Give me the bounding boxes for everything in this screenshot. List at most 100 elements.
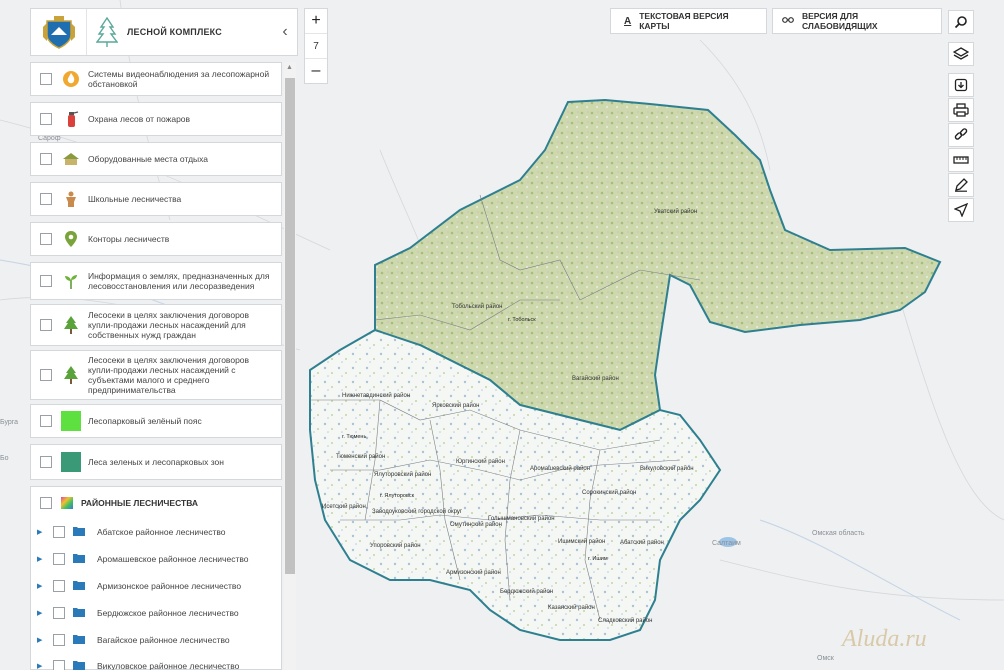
map-label-ishim-city: г. Ишим (588, 556, 608, 562)
map-label-yarkovo: Ярковский район (432, 402, 480, 409)
map-label-nizhnetavda: Нижнетавдинский район (342, 392, 410, 399)
folder-icon (73, 553, 87, 565)
map-label-armizon: Армизонский район (446, 569, 501, 576)
draw-button[interactable] (948, 173, 974, 197)
forestry-checkbox[interactable] (53, 606, 65, 619)
folder-icon (73, 526, 87, 538)
measure-button[interactable] (948, 148, 974, 172)
map-label-vikulovo: Викуловский район (640, 465, 694, 472)
layer-item[interactable]: Информация о землях, предназначенных для… (30, 262, 282, 300)
layers-button[interactable] (948, 42, 974, 66)
map-label-uvat: Уватский район (654, 208, 697, 215)
bg-label-omsk: Омск (817, 655, 835, 662)
layer-item[interactable]: Охрана лесов от пожаров (30, 102, 282, 136)
layer-item[interactable]: Лесосеки в целях заключения договоров ку… (30, 304, 282, 346)
map-label-isetsk: Исетский район (322, 503, 366, 510)
layer-checkbox[interactable] (40, 369, 52, 381)
layer-item[interactable]: Леса зеленых и лесопарковых зон (30, 444, 282, 480)
layer-label: Школьные лесничества (88, 194, 182, 204)
layer-checkbox[interactable] (40, 415, 52, 427)
layer-checkbox[interactable] (40, 233, 52, 245)
expand-arrow-icon[interactable]: ▶ (37, 662, 47, 670)
forestry-checkbox[interactable] (53, 660, 65, 670)
forestry-item[interactable]: ▶ Абатское районное лесничество (31, 519, 281, 546)
text-a-icon: A (624, 15, 632, 27)
layer-label: Охрана лесов от пожаров (88, 114, 191, 124)
map-label-tobolsk-city: г. Тобольск (508, 317, 536, 323)
forestry-item[interactable]: ▶ Бердюжское районное лесничество (31, 599, 281, 626)
share-link-button[interactable] (948, 123, 974, 147)
accessible-version-label: ВЕРСИЯ ДЛЯ СЛАБОВИДЯЩИХ (802, 11, 878, 31)
forestry-checkbox[interactable] (53, 579, 65, 592)
folder-icon (73, 634, 87, 646)
expand-arrow-icon[interactable]: ▶ (37, 609, 47, 617)
collapse-panel-button[interactable]: ‹ (273, 9, 297, 55)
layer-checkbox[interactable] (40, 113, 52, 125)
layer-checkbox[interactable] (40, 319, 52, 331)
layer-checkbox[interactable] (40, 73, 52, 85)
layer-item[interactable]: Школьные лесничества (30, 182, 282, 216)
navigation-arrow-icon (954, 203, 968, 217)
layer-label: Лесосеки в целях заключения договоров ку… (88, 355, 250, 395)
scrollbar-thumb[interactable] (285, 78, 295, 574)
map-label-uporovo: Упоровский район (370, 542, 421, 549)
layer-checkbox[interactable] (40, 456, 52, 468)
zoom-control: + 7 – (304, 8, 328, 84)
forestry-item[interactable]: ▶ Вагайское районное лесничество (31, 626, 281, 653)
map-label-vagai: Вагайский район (572, 375, 619, 382)
layer-item[interactable]: Лесосеки в целях заключения договоров ку… (30, 350, 282, 400)
zoom-out-button[interactable]: – (305, 59, 327, 83)
expand-arrow-icon[interactable]: ▶ (37, 528, 47, 536)
forestry-checkbox[interactable] (53, 633, 65, 646)
tree-icon (61, 315, 81, 335)
expand-arrow-icon[interactable]: ▶ (37, 582, 47, 590)
forestry-item[interactable]: ▶ Викуловское районное лесничество (31, 653, 281, 670)
forestry-item[interactable]: ▶ Армизонское районное лесничество (31, 573, 281, 600)
forestry-label: Армизонское районное лесничество (97, 580, 242, 591)
school-forestry-icon (61, 189, 81, 209)
forestry-label: Викуловское районное лесничество (97, 661, 240, 670)
forest-tree-icon (87, 9, 127, 55)
accessible-version-button[interactable]: ВЕРСИЯ ДЛЯ СЛАБОВИДЯЩИХ (772, 8, 942, 34)
zoom-in-button[interactable]: + (305, 9, 327, 33)
forestry-checkbox[interactable] (53, 553, 65, 566)
search-icon (954, 16, 967, 29)
fire-extinguisher-icon (61, 109, 81, 129)
layer-checkbox[interactable] (40, 153, 52, 165)
panel-title: ЛЕСНОЙ КОМПЛЕКС (127, 27, 222, 37)
layer-label: Лесосеки в целях заключения договоров ку… (88, 310, 250, 340)
pencil-icon (955, 178, 968, 192)
district-forestry-group: РАЙОННЫЕ ЛЕСНИЧЕСТВА ▶ Абатское районное… (30, 486, 282, 670)
download-button[interactable] (948, 73, 974, 97)
multicolor-grid-icon (61, 497, 73, 509)
layer-checkbox[interactable] (40, 193, 52, 205)
group-header[interactable]: РАЙОННЫЕ ЛЕСНИЧЕСТВА (31, 487, 281, 519)
map-label-yurginsk: Юргинский район (456, 458, 505, 465)
layer-item[interactable]: Конторы лесничеств (30, 222, 282, 256)
group-checkbox[interactable] (40, 497, 52, 509)
map-label-tyumen-city: г. Тюмень (342, 434, 366, 440)
layer-list-scrollbar[interactable]: ▲ (284, 62, 296, 670)
layer-checkbox[interactable] (40, 275, 52, 287)
ruler-icon (953, 156, 969, 164)
text-version-button[interactable]: A ТЕКСТОВАЯ ВЕРСИЯ КАРТЫ (610, 8, 767, 34)
forestry-checkbox[interactable] (53, 526, 65, 539)
layer-label: Оборудованные места отдыха (88, 154, 209, 164)
layer-item[interactable]: Лесопарковый зелёный пояс (30, 404, 282, 438)
search-button[interactable] (948, 10, 974, 34)
locate-button[interactable] (948, 198, 974, 222)
expand-arrow-icon[interactable]: ▶ (37, 555, 47, 563)
bg-label-bo: Бо (0, 455, 9, 462)
layer-label: Леса зеленых и лесопарковых зон (88, 457, 224, 467)
forestry-label: Абатское районное лесничество (97, 527, 226, 538)
panel-header: ЛЕСНОЙ КОМПЛЕКС ‹ (30, 8, 298, 56)
rest-area-icon (61, 149, 81, 169)
forestry-item[interactable]: ▶ Аромашевское районное лесничество (31, 546, 281, 573)
print-button[interactable] (948, 98, 974, 122)
map-label-abatsk: Абатский район (620, 539, 664, 546)
scroll-up-arrow-icon[interactable]: ▲ (286, 64, 293, 71)
download-icon (954, 78, 968, 92)
layer-item[interactable]: Системы видеонаблюдения за лесопожарной … (30, 62, 282, 96)
layer-item[interactable]: Оборудованные места отдыха (30, 142, 282, 176)
expand-arrow-icon[interactable]: ▶ (37, 636, 47, 644)
